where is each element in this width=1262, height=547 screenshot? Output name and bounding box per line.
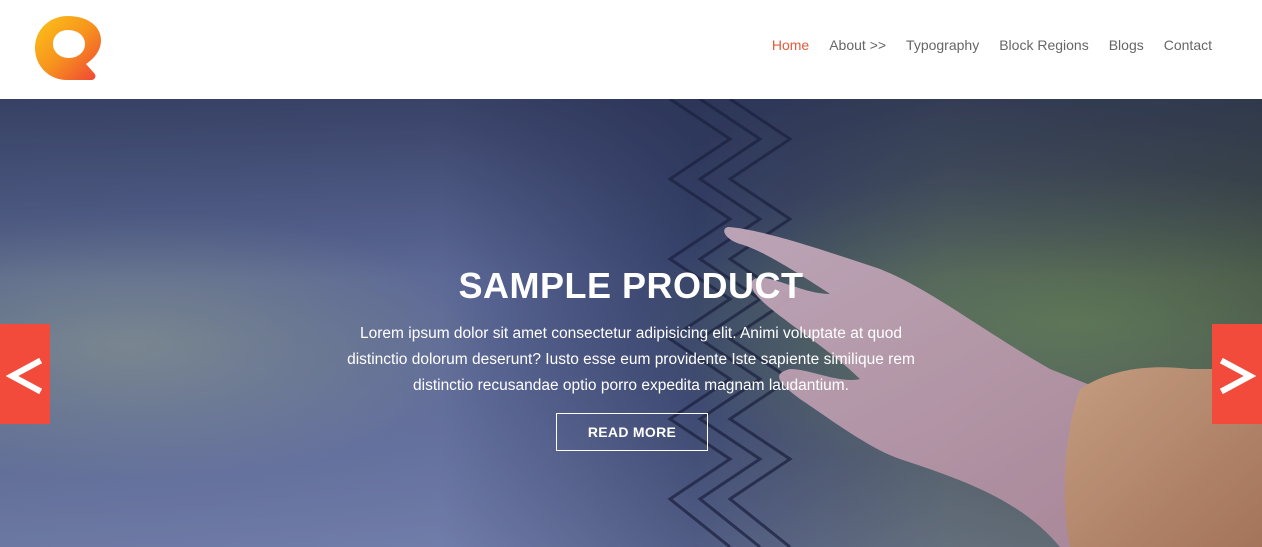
slider-prev-button[interactable] <box>0 324 50 424</box>
nav-item-typography[interactable]: Typography <box>896 35 989 55</box>
main-nav: Home About >> Typography Block Regions B… <box>762 35 1222 55</box>
read-more-button[interactable]: READ MORE <box>556 413 708 451</box>
nav-item-contact[interactable]: Contact <box>1154 35 1222 55</box>
hero-slider: SAMPLE PRODUCT Lorem ipsum dolor sit ame… <box>0 99 1262 547</box>
nav-item-block-regions[interactable]: Block Regions <box>989 35 1099 55</box>
hero-title: SAMPLE PRODUCT <box>458 265 804 306</box>
hero-description: Lorem ipsum dolor sit amet consectetur a… <box>347 325 915 394</box>
logo-icon[interactable] <box>33 14 103 82</box>
chevron-right-icon <box>1219 357 1257 395</box>
chevron-left-icon <box>5 357 43 395</box>
nav-item-home[interactable]: Home <box>762 35 819 55</box>
slider-next-button[interactable] <box>1212 324 1262 424</box>
nav-item-about[interactable]: About >> <box>819 35 896 55</box>
nav-item-blogs[interactable]: Blogs <box>1099 35 1154 55</box>
site-header: Home About >> Typography Block Regions B… <box>0 0 1262 99</box>
